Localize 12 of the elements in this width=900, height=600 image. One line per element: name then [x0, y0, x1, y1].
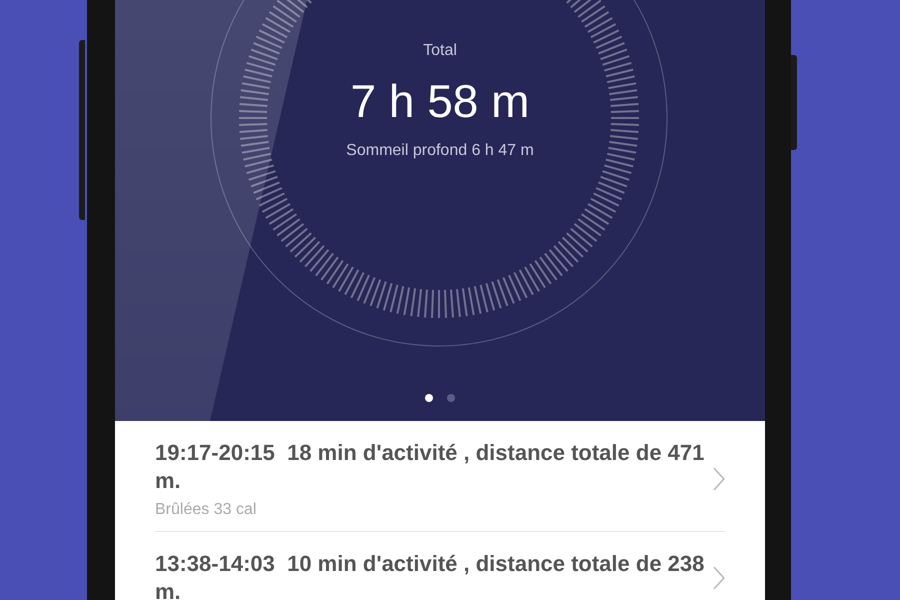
- chevron-right-icon: [713, 566, 725, 590]
- page-indicator-dot[interactable]: [425, 394, 433, 402]
- total-label: Total: [423, 42, 457, 60]
- deep-sleep-text: Sommeil profond 6 h 47 m: [346, 142, 534, 160]
- activity-title: 13:38-14:03 10 min d'activité , distance totale de 238 m.: [155, 550, 706, 600]
- activity-row[interactable]: 19:17-20:15 18 min d'activité , distance totale de 471 m. Brûlées 33 cal: [155, 421, 725, 532]
- chevron-right-icon: [713, 467, 725, 491]
- activity-row[interactable]: 13:38-14:03 10 min d'activité , distance totale de 238 m.: [155, 532, 725, 600]
- total-sleep-value: 7 h 58 m: [350, 74, 530, 128]
- activity-title: 19:17-20:15 18 min d'activité , distance totale de 471 m.: [155, 439, 706, 495]
- page-indicator-dot[interactable]: [447, 394, 455, 402]
- calories-text: Brûlées 33 cal: [155, 501, 258, 519]
